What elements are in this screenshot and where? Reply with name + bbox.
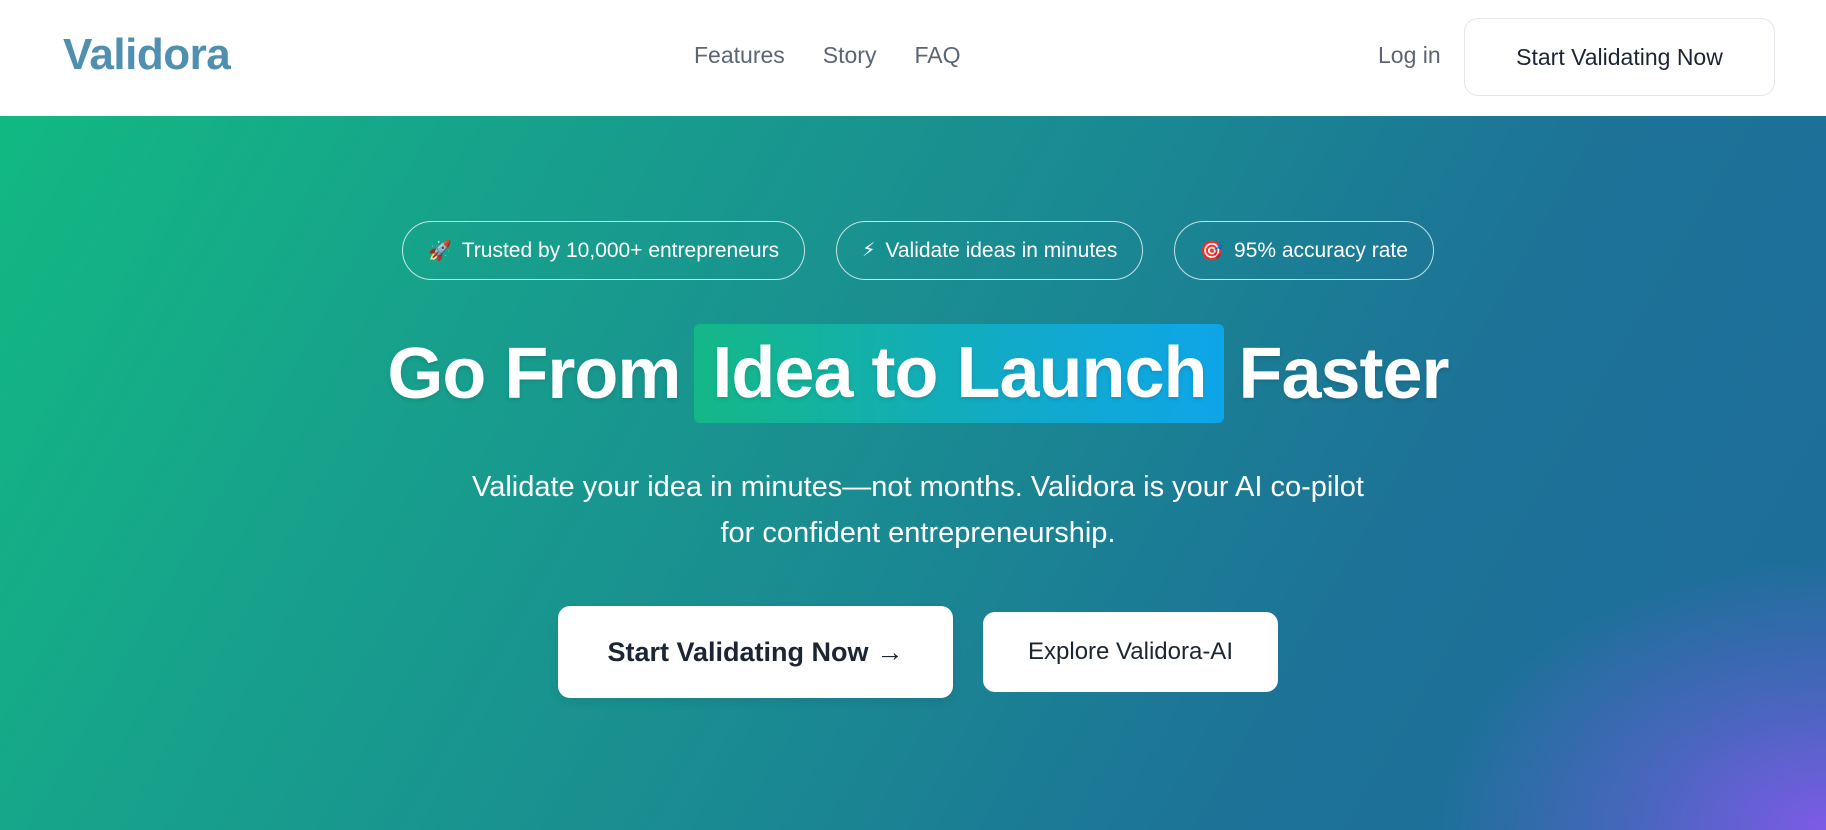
main-nav: Features Story FAQ <box>694 42 960 69</box>
start-validating-label: Start Validating Now <box>607 636 869 667</box>
hero-subtitle: Validate your idea in minutes—not months… <box>0 464 1826 556</box>
logo[interactable]: Validora <box>63 30 231 80</box>
header-start-validating-button[interactable]: Start Validating Now <box>1464 18 1775 96</box>
login-link[interactable]: Log in <box>1378 42 1441 69</box>
nav-link-story[interactable]: Story <box>823 42 877 69</box>
hero-headline: Go From Idea to Launch Faster <box>0 324 1826 423</box>
target-icon: 🎯 <box>1200 240 1225 262</box>
subtitle-line-1: Validate your idea in minutes—not months… <box>472 471 1364 503</box>
headline-end: Faster <box>1238 333 1449 414</box>
badge-label: 95% accuracy rate <box>1234 238 1408 262</box>
subtitle-line-2: for confident entrepreneurship. <box>720 517 1116 549</box>
badge-label: Trusted by 10,000+ entrepreneurs <box>461 238 780 262</box>
headline-start: Go From <box>387 333 681 414</box>
nav-link-faq[interactable]: FAQ <box>914 42 960 69</box>
lightning-icon: ⚡ <box>862 240 876 261</box>
badge-row: 🚀 Trusted by 10,000+ entrepreneurs ⚡ Val… <box>0 221 1826 280</box>
explore-validora-ai-button[interactable]: Explore Validora-AI <box>983 612 1278 692</box>
start-validating-button[interactable]: Start Validating Now → <box>558 606 953 698</box>
site-header: Validora Features Story FAQ Log in Start… <box>0 0 1826 116</box>
headline-highlight: Idea to Launch <box>694 324 1225 423</box>
nav-link-features[interactable]: Features <box>694 42 785 69</box>
badge-speed: ⚡ Validate ideas in minutes <box>836 221 1144 280</box>
badge-trusted: 🚀 Trusted by 10,000+ entrepreneurs <box>402 221 806 280</box>
badge-label: Validate ideas in minutes <box>885 238 1118 262</box>
hero-section: 🚀 Trusted by 10,000+ entrepreneurs ⚡ Val… <box>0 116 1826 830</box>
badge-accuracy: 🎯 95% accuracy rate <box>1174 221 1434 280</box>
arrow-right-icon: → <box>876 636 904 667</box>
rocket-icon: 🚀 <box>428 240 452 262</box>
